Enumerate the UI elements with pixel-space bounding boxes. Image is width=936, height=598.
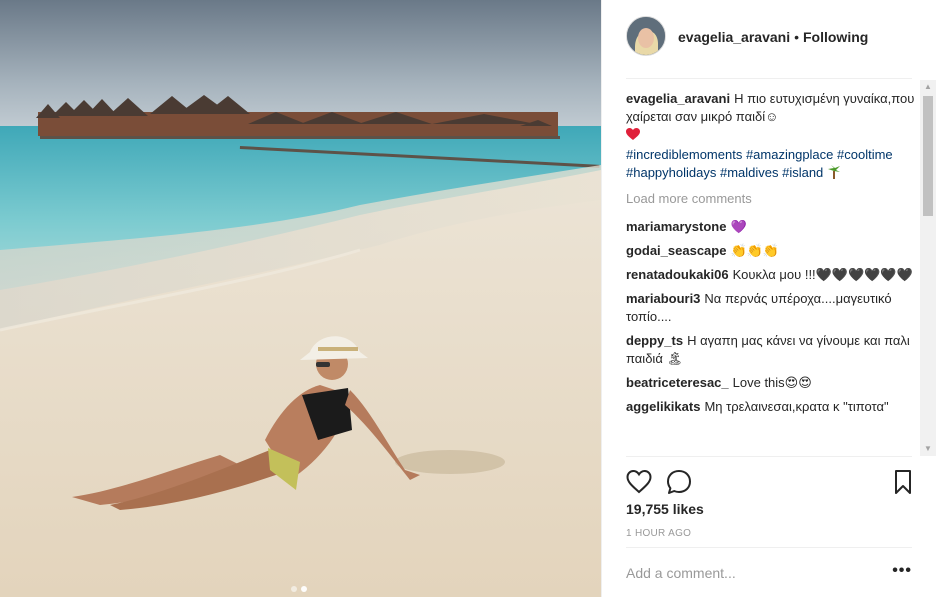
palm-tree-icon xyxy=(827,165,841,184)
scroll-up-arrow-icon[interactable]: ▲ xyxy=(920,80,936,94)
header-username[interactable]: evagelia_aravani xyxy=(678,29,790,45)
post-photo[interactable] xyxy=(0,0,601,597)
comment-text: 💜 xyxy=(730,219,747,234)
comments-list[interactable]: evagelia_aravani Η πιο ευτυχισμένη γυναίκ… xyxy=(626,90,918,456)
action-bar xyxy=(626,456,912,507)
likes-count[interactable]: 19,755 likes xyxy=(626,501,704,517)
comments-scrollbar[interactable]: ▲ ▼ xyxy=(920,80,936,456)
post-timestamp[interactable]: 1 HOUR AGO xyxy=(626,528,691,539)
comment-username[interactable]: deppy_ts xyxy=(626,333,683,348)
beach-photo-illustration xyxy=(0,0,601,597)
heart-outline-icon[interactable] xyxy=(626,469,652,495)
add-comment-bar: Add a comment... ••• xyxy=(626,547,912,598)
comment-username[interactable]: renatadoukaki06 xyxy=(626,267,729,282)
following-button[interactable]: Following xyxy=(803,29,868,45)
comment-username[interactable]: mariamarystone xyxy=(626,219,726,234)
carousel-dot-active[interactable] xyxy=(301,586,307,592)
carousel-dot[interactable] xyxy=(291,586,297,592)
comment-username[interactable]: mariabouri3 xyxy=(626,291,700,306)
scrollbar-thumb[interactable] xyxy=(923,96,933,216)
comment-item: mariabouri3 Να περνάς υπέροχα....μαγευτικ… xyxy=(626,290,918,326)
post-header: evagelia_aravani • Following xyxy=(626,16,912,79)
instagram-post: evagelia_aravani • Following evagelia_arav… xyxy=(0,0,936,597)
comment-username[interactable]: aggelikikats xyxy=(626,399,700,414)
scroll-down-arrow-icon[interactable]: ▼ xyxy=(920,442,936,456)
bookmark-icon[interactable] xyxy=(890,469,916,495)
add-comment-input[interactable]: Add a comment... xyxy=(626,565,736,581)
caption-username[interactable]: evagelia_aravani xyxy=(626,91,730,106)
comment-item: godai_seascape 👏👏👏 xyxy=(626,242,918,260)
comment-item: aggelikikats Μη τρελαινεσαι,κρατα κ "τιπο… xyxy=(626,398,918,416)
comment-text: 👏👏👏 xyxy=(730,243,780,258)
avatar-image xyxy=(627,17,665,55)
post-sidebar: evagelia_aravani • Following evagelia_arav… xyxy=(601,0,936,597)
comment-item: mariamarystone 💜 xyxy=(626,218,918,236)
comment-text: Κουκλα μου !!!🖤🖤🖤🖤🖤🖤 xyxy=(732,267,913,282)
comment-item: renatadoukaki06 Κουκλα μου !!!🖤🖤🖤🖤🖤🖤 xyxy=(626,266,918,284)
comment-item: beatriceteresac_ Love this😍😍 xyxy=(626,374,918,392)
comment-text: Μη τρελαινεσαι,κρατα κ "τιποτα" xyxy=(704,399,889,414)
comment-bubble-icon[interactable] xyxy=(666,469,692,495)
ellipsis-icon[interactable]: ••• xyxy=(892,562,912,580)
carousel-indicator xyxy=(291,579,311,597)
caption: evagelia_aravani Η πιο ευτυχισμένη γυναίκ… xyxy=(626,90,918,184)
comment-text: Love this😍😍 xyxy=(732,375,812,390)
comment-item: deppy_ts Η αγαπη μας κάνει να γίνουμε και… xyxy=(626,332,918,368)
load-more-comments-button[interactable]: Load more comments xyxy=(626,190,918,208)
header-separator: • xyxy=(794,29,799,45)
red-heart-icon xyxy=(626,128,640,146)
caption-hashtags[interactable]: #incrediblemoments #amazingplace #coolti… xyxy=(626,147,893,180)
avatar[interactable] xyxy=(626,16,666,56)
comment-username[interactable]: godai_seascape xyxy=(626,243,726,258)
comment-username[interactable]: beatriceteresac_ xyxy=(626,375,729,390)
